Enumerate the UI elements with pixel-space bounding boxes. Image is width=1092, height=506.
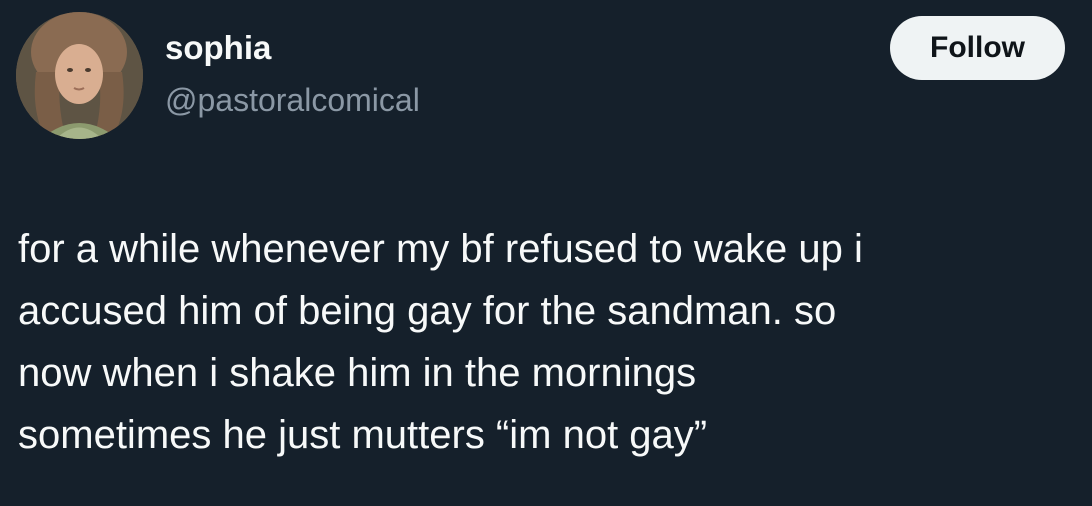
tweet-text-line: now when i shake him in the mornings xyxy=(18,351,697,395)
tweet-text-line: accused him of being gay for the sandman… xyxy=(18,289,837,333)
tweet-text-line: sometimes he just mutters “im not gay” xyxy=(18,413,708,457)
tweet-text: for a while whenever my bf refused to wa… xyxy=(18,218,1078,466)
tweet-card: sophia @pastoralcomical Follow for a whi… xyxy=(0,0,1092,506)
tweet-text-line: for a while whenever my bf refused to wa… xyxy=(18,227,863,271)
profile-photo-icon xyxy=(16,12,143,139)
follow-button[interactable]: Follow xyxy=(890,16,1065,80)
user-handle[interactable]: @pastoralcomical xyxy=(165,80,420,120)
display-name[interactable]: sophia xyxy=(165,28,271,68)
avatar[interactable] xyxy=(16,12,143,139)
